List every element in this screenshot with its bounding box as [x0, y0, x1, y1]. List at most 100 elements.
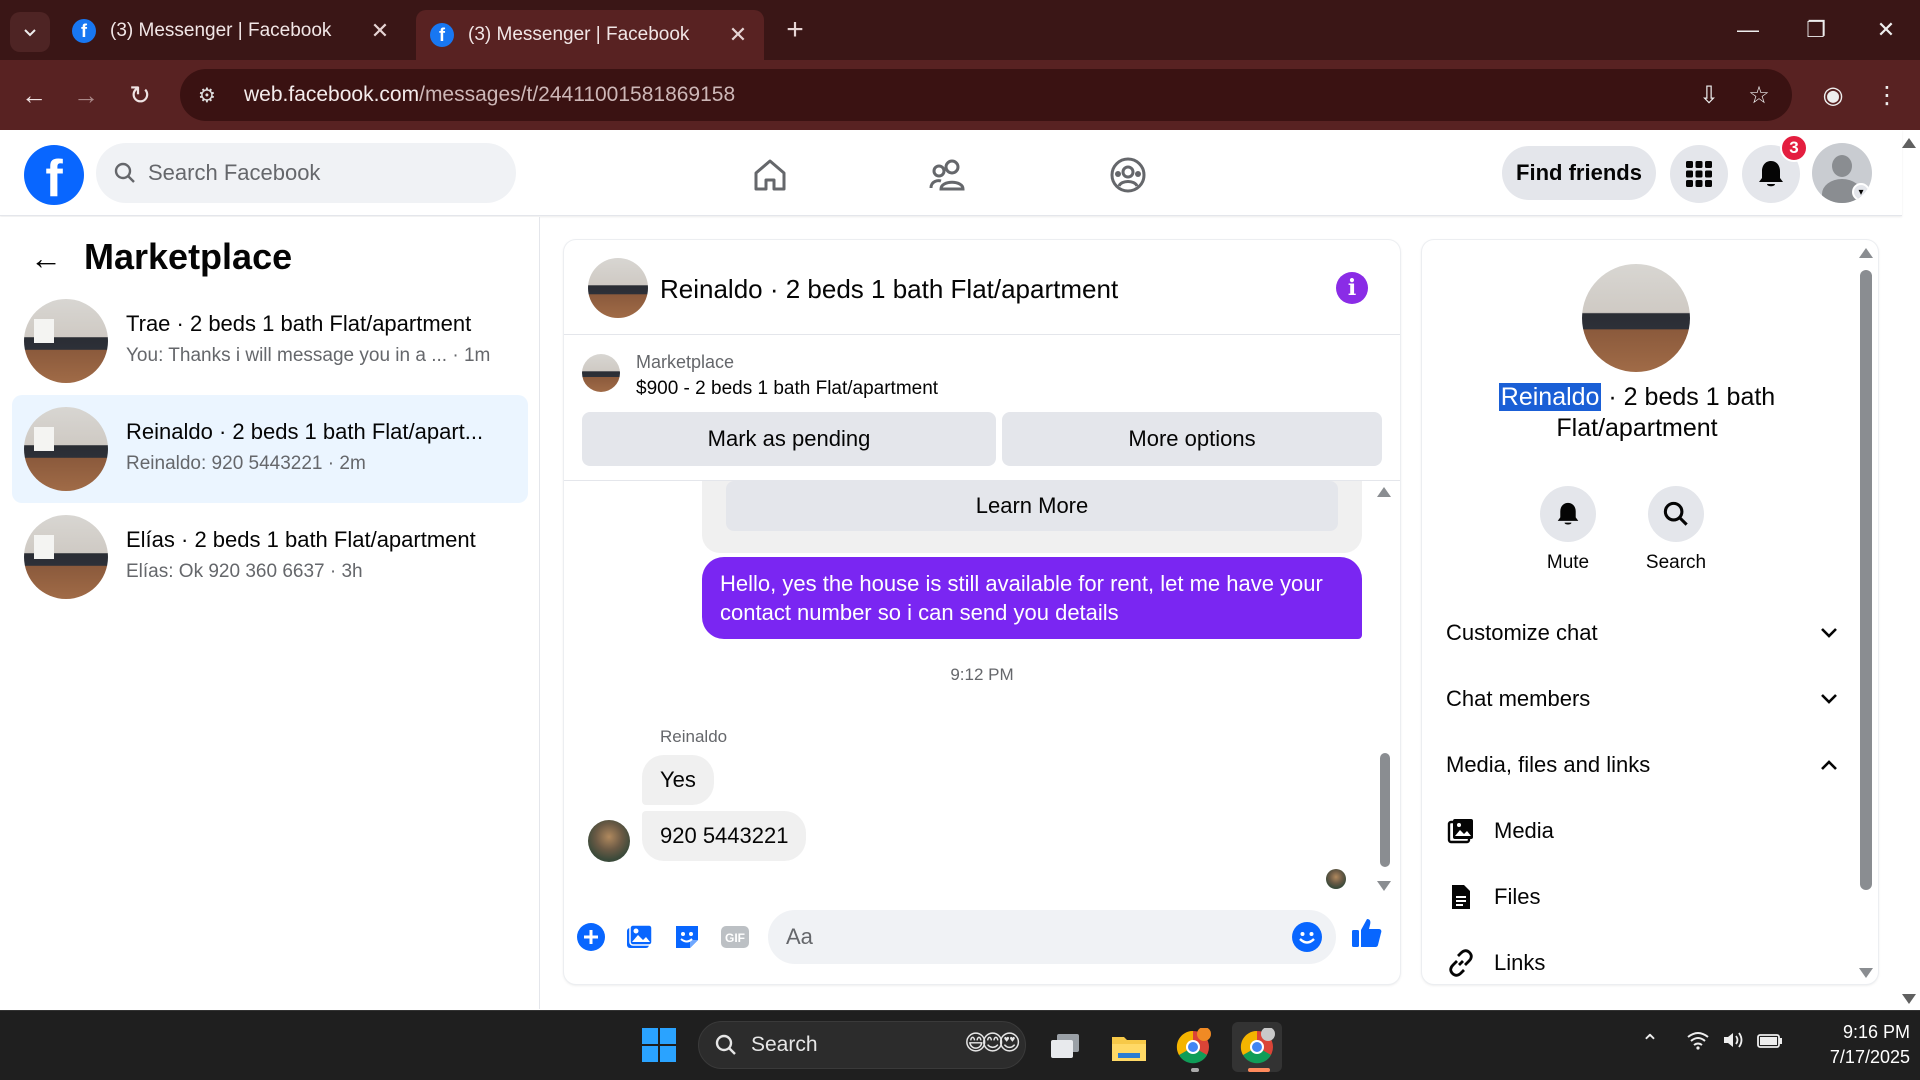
links-label: Links — [1494, 950, 1546, 975]
minimize-button[interactable]: — — [1728, 12, 1768, 48]
wifi-icon[interactable] — [1682, 1030, 1714, 1056]
search-action[interactable]: Search — [1636, 486, 1716, 574]
listing-price-title[interactable]: $900 - 2 beds 1 bath Flat/apartment — [636, 378, 938, 400]
browser-tab-2-active[interactable]: f (3) Messenger | Facebook ✕ — [416, 10, 764, 60]
facebook-search-input[interactable]: Search Facebook — [96, 143, 516, 203]
taskbar-search-box[interactable]: Search 😄😊😍 — [698, 1021, 1026, 1069]
selected-name-text[interactable]: Reinaldo — [1498, 383, 1602, 411]
learn-more-button[interactable]: Learn More — [726, 481, 1338, 531]
details-avatar[interactable] — [1582, 264, 1690, 372]
info-icon[interactable]: i — [1336, 272, 1368, 304]
chevron-down-icon — [1821, 694, 1837, 704]
restore-button[interactable]: ❐ — [1796, 12, 1836, 48]
url-text: web.facebook.com/messages/t/244110015818… — [244, 83, 735, 107]
install-app-icon[interactable]: ⇩ — [1692, 78, 1726, 112]
find-friends-button[interactable]: Find friends — [1502, 146, 1656, 200]
mute-button[interactable] — [1540, 486, 1596, 542]
gif-button[interactable]: GIF — [718, 920, 752, 954]
thumbs-up-icon — [1352, 919, 1382, 947]
scroll-down-arrow-icon[interactable] — [1859, 968, 1873, 978]
scroll-up-arrow-icon[interactable] — [1377, 487, 1391, 497]
details-scrollbar[interactable] — [1860, 270, 1872, 890]
more-actions-button[interactable] — [574, 920, 608, 954]
send-like-button[interactable] — [1350, 916, 1384, 950]
tab-search-button[interactable] — [10, 12, 50, 52]
listing-thumbnail — [24, 515, 108, 599]
task-view-icon[interactable] — [1040, 1022, 1090, 1072]
links-item[interactable]: Links — [1446, 938, 1545, 984]
message-scrollbar[interactable] — [1380, 753, 1390, 867]
groups-nav-button[interactable] — [1098, 150, 1158, 200]
conversation-item[interactable]: Elías · 2 beds 1 bath Flat/apartment Elí… — [12, 503, 528, 611]
message-thread: Learn More Hello, yes the house is still… — [564, 481, 1400, 896]
battery-icon[interactable] — [1754, 1030, 1786, 1056]
reload-button[interactable]: ↻ — [120, 75, 160, 115]
emoji-picker-button[interactable] — [1292, 922, 1322, 952]
windows-start-icon[interactable] — [642, 1028, 676, 1062]
chevron-up-icon[interactable]: ⌃ — [1634, 1030, 1666, 1056]
file-explorer-icon[interactable] — [1104, 1022, 1154, 1072]
back-arrow-icon[interactable]: ← — [30, 240, 62, 277]
media-files-links-row[interactable]: Media, files and links — [1446, 740, 1838, 790]
site-info-icon[interactable]: ⚙ — [198, 83, 228, 108]
conversation-preview: You: Thanks i will message you in a ... … — [126, 345, 490, 367]
info-card: Learn More — [702, 481, 1362, 553]
bell-icon — [1557, 502, 1579, 525]
chat-panel: Reinaldo · 2 beds 1 bath Flat/apartment … — [564, 240, 1400, 984]
facebook-favicon-icon: f — [72, 19, 96, 43]
bookmark-star-icon[interactable]: ☆ — [1742, 78, 1776, 112]
files-item[interactable]: Files — [1446, 872, 1540, 922]
file-icon — [1446, 883, 1476, 911]
sticker-button[interactable] — [670, 920, 704, 954]
close-tab-icon[interactable]: ✕ — [368, 18, 392, 44]
sender-avatar[interactable] — [588, 820, 630, 862]
customize-chat-row[interactable]: Customize chat — [1446, 608, 1838, 658]
browser-tab-1[interactable]: f (3) Messenger | Facebook ✕ — [58, 10, 406, 52]
profile-icon[interactable]: ◉ — [1816, 78, 1850, 112]
menu-grid-button[interactable] — [1670, 145, 1728, 203]
media-item[interactable]: Media — [1446, 806, 1554, 856]
forward-button[interactable]: → — [66, 75, 106, 115]
attach-photo-button[interactable] — [622, 920, 656, 954]
taskbar-search-label: Search — [751, 1033, 818, 1056]
listing-thumbnail[interactable] — [582, 354, 620, 392]
incoming-message: 920 5443221 — [642, 811, 807, 861]
volume-icon[interactable] — [1718, 1030, 1750, 1056]
page-scroll-down-icon[interactable] — [1902, 994, 1916, 1004]
back-button[interactable]: ← — [14, 75, 54, 115]
page-scroll-up-icon[interactable] — [1902, 138, 1916, 148]
chat-members-row[interactable]: Chat members — [1446, 674, 1838, 724]
conversation-item-active[interactable]: Reinaldo · 2 beds 1 bath Flat/apart... R… — [12, 395, 528, 503]
preview-text: You: Thanks i will message you in a ... — [126, 345, 448, 366]
svg-text:GIF: GIF — [725, 931, 745, 945]
home-nav-button[interactable] — [740, 150, 800, 200]
close-tab-icon[interactable]: ✕ — [726, 22, 750, 48]
chevron-up-icon — [1821, 760, 1837, 770]
close-window-button[interactable]: ✕ — [1866, 12, 1906, 48]
menu-kebab-icon[interactable]: ⋮ — [1870, 78, 1904, 112]
address-bar[interactable]: ⚙ web.facebook.com/messages/t/2441100158… — [180, 69, 1792, 121]
account-avatar-button[interactable]: ▾ — [1812, 143, 1872, 203]
files-label: Files — [1494, 884, 1541, 909]
friends-nav-button[interactable] — [918, 150, 978, 200]
taskbar-clock[interactable]: 9:16 PM 7/17/2025 — [1800, 1020, 1910, 1070]
conversation-item[interactable]: Trae · 2 beds 1 bath Flat/apartment You:… — [12, 287, 528, 395]
mark-as-pending-button[interactable]: Mark as pending — [582, 412, 996, 466]
message-input[interactable]: Aa — [768, 910, 1336, 964]
more-options-button[interactable]: More options — [1002, 412, 1382, 466]
facebook-logo[interactable]: f — [24, 145, 84, 205]
chrome-profile-icon[interactable] — [1168, 1022, 1218, 1072]
media-label: Media — [1494, 818, 1554, 843]
mute-action[interactable]: Mute — [1528, 486, 1608, 574]
chevron-down-icon — [24, 29, 36, 37]
new-tab-button[interactable]: + — [780, 12, 810, 48]
search-in-conversation-button[interactable] — [1648, 486, 1704, 542]
chat-header: Reinaldo · 2 beds 1 bath Flat/apartment … — [564, 240, 1400, 335]
conversation-name: Elías · 2 beds 1 bath Flat/apartment — [126, 527, 476, 552]
chat-title[interactable]: Reinaldo · 2 beds 1 bath Flat/apartment — [660, 274, 1118, 305]
scroll-down-arrow-icon[interactable] — [1377, 881, 1391, 891]
chat-avatar[interactable] — [588, 258, 648, 318]
chrome-active-icon[interactable] — [1232, 1022, 1282, 1072]
chevron-down-icon: ▾ — [1852, 183, 1870, 201]
scroll-up-arrow-icon[interactable] — [1859, 248, 1873, 258]
